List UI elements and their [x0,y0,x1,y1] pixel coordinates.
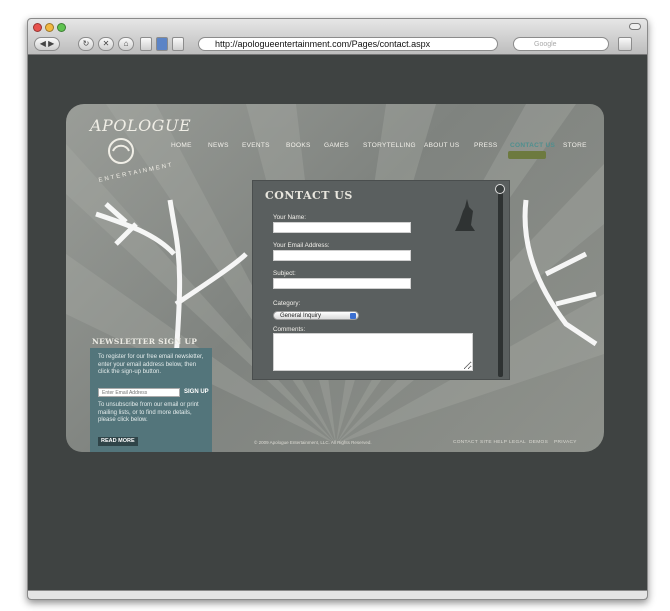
read-more-button[interactable]: READ MORE [98,437,138,446]
nav-home[interactable]: HOME [171,142,192,149]
subject-field[interactable] [273,278,411,289]
copyright-text: © 2009 Apologue Entertainment, LLC. All … [254,440,372,445]
logo-wordmark: APOLOGUE [90,116,192,135]
newsletter-intro: To register for our free email newslette… [98,354,204,375]
contact-panel: CONTACT US Your Name: Your Email Address… [252,180,510,380]
reader-icon[interactable] [156,37,168,51]
signup-button[interactable]: SIGN UP [184,389,209,395]
category-label: Category: [273,300,301,307]
close-window-button[interactable] [33,23,42,32]
newsletter-title: NEWSLETTER SIGN UP [92,337,198,346]
panel-scrollbar[interactable] [498,185,503,377]
email-field[interactable] [273,250,411,261]
comments-label: Comments: [273,326,306,333]
nav-news[interactable]: NEWS [208,142,229,149]
nav-store[interactable]: STORE [563,142,587,149]
comments-field[interactable] [273,333,473,371]
snail-logo-icon [108,138,134,164]
category-value: General Inquiry [280,313,322,319]
site-card: APOLOGUE ENTERTAINMENT HOME NEWS EVENTS … [66,104,604,452]
web-viewport: APOLOGUE ENTERTAINMENT HOME NEWS EVENTS … [28,56,647,599]
address-bar[interactable]: http://apologueentertainment.com/Pages/c… [198,37,498,51]
apologue-logo[interactable]: APOLOGUE ENTERTAINMENT [84,114,191,184]
name-label: Your Name: [273,214,307,221]
panel-close-icon[interactable] [495,184,505,194]
search-field[interactable]: Google [513,37,609,51]
newsletter-email-input[interactable] [98,388,180,397]
unsubscribe-text: To unsubscribe from our email or print m… [98,402,199,423]
nav-press[interactable]: PRESS [474,142,498,149]
home-icon[interactable]: ⌂ [118,37,134,51]
browser-window: ◀ ▶ ↻ ✕ ⌂ http://apologueentertainment.c… [27,18,648,600]
stop-icon[interactable]: ✕ [98,37,114,51]
footer-privacy-link[interactable]: PRIVACY [554,440,577,445]
url-text: http://apologueentertainment.com/Pages/c… [215,39,431,49]
nav-about-us[interactable]: ABOUT US [424,142,460,149]
nav-games[interactable]: GAMES [324,142,349,149]
nav-storytelling[interactable]: STORYTELLING [363,142,416,149]
toolbar-toggle-button[interactable] [629,23,641,30]
active-nav-indicator [508,151,546,159]
nav-events[interactable]: EVENTS [242,142,270,149]
footer-demos-link[interactable]: DEMOS [529,440,548,445]
status-bar [28,590,647,599]
category-select[interactable]: General Inquiry [273,311,359,320]
footer-legal-link[interactable]: LEGAL [509,440,526,445]
email-label: Your Email Address: [273,242,330,249]
footer-contact-link[interactable]: CONTACT [453,440,478,445]
chevron-down-icon [350,313,356,319]
bookmark-icon[interactable] [140,37,152,51]
reload-icon[interactable]: ↻ [78,37,94,51]
fox-icon [455,199,475,231]
minimize-window-button[interactable] [45,23,54,32]
zoom-window-button[interactable] [57,23,66,32]
browser-toolbar: ◀ ▶ ↻ ✕ ⌂ http://apologueentertainment.c… [28,19,647,55]
back-forward-button[interactable]: ◀ ▶ [34,37,60,51]
footer-site-help-link[interactable]: SITE HELP [480,440,507,445]
nav-contact-us[interactable]: CONTACT US [510,142,555,149]
tag-icon[interactable] [172,37,184,51]
nav-books[interactable]: BOOKS [286,142,311,149]
newsletter-box: To register for our free email newslette… [90,348,212,452]
contact-title: CONTACT US [265,189,353,202]
name-field[interactable] [273,222,411,233]
search-placeholder: Google [534,41,557,48]
subject-label: Subject: [273,270,296,277]
tabs-icon[interactable] [618,37,632,51]
